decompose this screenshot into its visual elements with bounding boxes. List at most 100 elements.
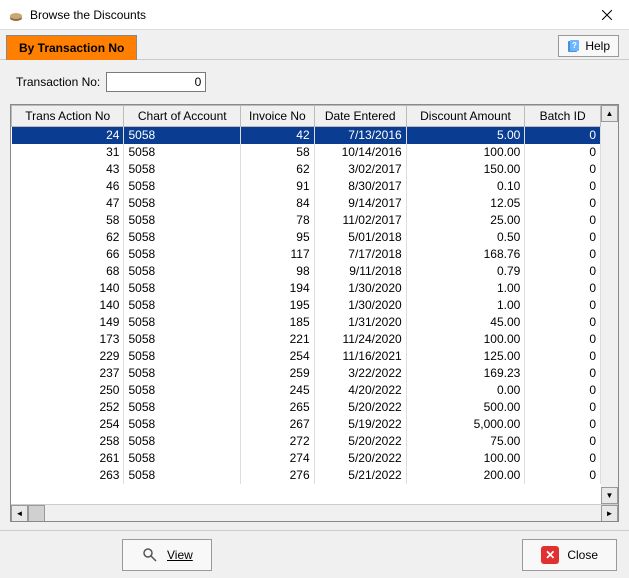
cell-date: 5/20/2022 <box>314 433 406 450</box>
table-row[interactable]: 625058955/01/20180.500 <box>12 229 601 246</box>
cell-batch: 0 <box>525 365 601 382</box>
cell-batch: 0 <box>525 195 601 212</box>
horizontal-scrollbar[interactable]: ◄ ► <box>11 504 618 521</box>
scroll-right-button[interactable]: ► <box>601 505 618 522</box>
scroll-up-button[interactable]: ▲ <box>601 105 618 122</box>
table-row[interactable]: 14950581851/31/202045.000 <box>12 314 601 331</box>
cell-batch: 0 <box>525 280 601 297</box>
scroll-down-button[interactable]: ▼ <box>601 487 618 504</box>
cell-batch: 0 <box>525 399 601 416</box>
cell-trans: 140 <box>12 280 124 297</box>
cell-date: 5/20/2022 <box>314 399 406 416</box>
transaction-no-input[interactable] <box>106 72 206 92</box>
view-button[interactable]: View <box>122 539 212 571</box>
cell-discount: 125.00 <box>406 348 525 365</box>
tab-by-transaction-no[interactable]: By Transaction No <box>6 35 137 60</box>
table-row[interactable]: 173505822111/24/2020100.000 <box>12 331 601 348</box>
cell-trans: 149 <box>12 314 124 331</box>
cell-chart: 5058 <box>124 212 241 229</box>
svg-text:?: ? <box>572 41 577 50</box>
cell-chart: 5058 <box>124 127 241 144</box>
help-button[interactable]: ? Help <box>558 35 619 57</box>
cell-invoice: 62 <box>241 161 315 178</box>
table-row[interactable]: 435058623/02/2017150.000 <box>12 161 601 178</box>
content-area: Transaction No: Trans Action No Chart of… <box>0 60 629 530</box>
table-row[interactable]: 5850587811/02/201725.000 <box>12 212 601 229</box>
cell-trans: 62 <box>12 229 124 246</box>
cell-trans: 46 <box>12 178 124 195</box>
cell-trans: 250 <box>12 382 124 399</box>
view-label: View <box>167 548 193 562</box>
cell-batch: 0 <box>525 161 601 178</box>
cell-trans: 252 <box>12 399 124 416</box>
cell-trans: 58 <box>12 212 124 229</box>
cell-trans: 261 <box>12 450 124 467</box>
cell-date: 1/30/2020 <box>314 280 406 297</box>
cell-chart: 5058 <box>124 416 241 433</box>
col-date-entered[interactable]: Date Entered <box>314 106 406 127</box>
cell-invoice: 84 <box>241 195 315 212</box>
table-row[interactable]: 25850582725/20/202275.000 <box>12 433 601 450</box>
cell-discount: 0.10 <box>406 178 525 195</box>
cell-discount: 12.05 <box>406 195 525 212</box>
cell-chart: 5058 <box>124 382 241 399</box>
cell-discount: 168.76 <box>406 246 525 263</box>
table-row[interactable]: 25250582655/20/2022500.000 <box>12 399 601 416</box>
cell-chart: 5058 <box>124 297 241 314</box>
cell-trans: 263 <box>12 467 124 484</box>
cell-discount: 169.23 <box>406 365 525 382</box>
scroll-left-button[interactable]: ◄ <box>11 505 28 522</box>
cell-chart: 5058 <box>124 399 241 416</box>
cell-trans: 24 <box>12 127 124 144</box>
table-row[interactable]: 3150585810/14/2016100.000 <box>12 144 601 161</box>
cell-invoice: 254 <box>241 348 315 365</box>
table-row[interactable]: 25050582454/20/20220.000 <box>12 382 601 399</box>
vertical-scrollbar[interactable]: ▲ ▼ <box>601 105 618 504</box>
table-row[interactable]: 26150582745/20/2022100.000 <box>12 450 601 467</box>
cell-batch: 0 <box>525 297 601 314</box>
col-invoice-no[interactable]: Invoice No <box>241 106 315 127</box>
table-row[interactable]: 6650581177/17/2018168.760 <box>12 246 601 263</box>
table-header-row: Trans Action No Chart of Account Invoice… <box>12 106 601 127</box>
cell-date: 1/31/2020 <box>314 314 406 331</box>
cell-date: 1/30/2020 <box>314 297 406 314</box>
table-row[interactable]: 26350582765/21/2022200.000 <box>12 467 601 484</box>
table-row[interactable]: 685058989/11/20180.790 <box>12 263 601 280</box>
cell-date: 5/19/2022 <box>314 416 406 433</box>
cell-chart: 5058 <box>124 263 241 280</box>
table-row[interactable]: 245058427/13/20165.000 <box>12 127 601 144</box>
cell-discount: 150.00 <box>406 161 525 178</box>
cell-trans: 229 <box>12 348 124 365</box>
cell-batch: 0 <box>525 263 601 280</box>
cell-invoice: 195 <box>241 297 315 314</box>
footer: View ✕ Close <box>0 530 629 578</box>
col-batch-id[interactable]: Batch ID <box>525 106 601 127</box>
cell-date: 7/13/2016 <box>314 127 406 144</box>
cell-trans: 237 <box>12 365 124 382</box>
cell-discount: 100.00 <box>406 144 525 161</box>
hscroll-thumb[interactable] <box>28 505 45 522</box>
cell-chart: 5058 <box>124 280 241 297</box>
table-row[interactable]: 14050581951/30/20201.000 <box>12 297 601 314</box>
table-row[interactable]: 23750582593/22/2022169.230 <box>12 365 601 382</box>
table-row[interactable]: 25450582675/19/20225,000.000 <box>12 416 601 433</box>
table-row[interactable]: 465058918/30/20170.100 <box>12 178 601 195</box>
col-trans-action-no[interactable]: Trans Action No <box>12 106 124 127</box>
vscroll-track[interactable] <box>601 122 618 487</box>
table-row[interactable]: 475058849/14/201712.050 <box>12 195 601 212</box>
col-discount-amount[interactable]: Discount Amount <box>406 106 525 127</box>
window-close-button[interactable] <box>584 0 629 30</box>
table-row[interactable]: 14050581941/30/20201.000 <box>12 280 601 297</box>
cell-discount: 1.00 <box>406 280 525 297</box>
transaction-no-label: Transaction No: <box>16 75 100 89</box>
cell-invoice: 185 <box>241 314 315 331</box>
table-row[interactable]: 229505825411/16/2021125.000 <box>12 348 601 365</box>
col-chart-of-account[interactable]: Chart of Account <box>124 106 241 127</box>
cell-chart: 5058 <box>124 467 241 484</box>
hscroll-track[interactable] <box>45 505 601 522</box>
cell-invoice: 265 <box>241 399 315 416</box>
cell-batch: 0 <box>525 178 601 195</box>
cell-date: 11/16/2021 <box>314 348 406 365</box>
cell-chart: 5058 <box>124 450 241 467</box>
close-button[interactable]: ✕ Close <box>522 539 617 571</box>
